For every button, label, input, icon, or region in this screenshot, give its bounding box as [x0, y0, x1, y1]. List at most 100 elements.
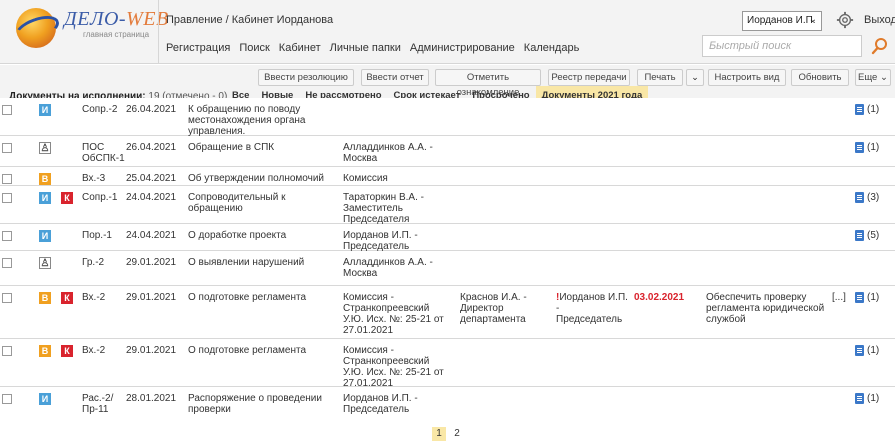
exit-link[interactable]: Выход: [864, 14, 895, 26]
citizen-icon: ♙: [39, 257, 51, 269]
row-checkbox[interactable]: [2, 394, 12, 404]
header-divider: [158, 0, 159, 64]
table-row[interactable]: ♙ ПОС ОбСПК-1 26.04.2021 Обращение в СПК Алл…: [0, 136, 895, 167]
row-checkbox[interactable]: [2, 258, 12, 268]
menu-administration[interactable]: Администрирование: [410, 42, 515, 54]
doc-title[interactable]: Обращение в СПК: [188, 142, 336, 153]
internal-doc-icon: И: [39, 230, 51, 242]
refresh-button[interactable]: Обновить: [791, 69, 849, 86]
doc-author: Иорданов И.П. - Председатель: [343, 230, 418, 252]
reg-date: 28.01.2021: [126, 393, 177, 404]
menu-personal-folders[interactable]: Личные папки: [330, 42, 401, 54]
menu-cabinet[interactable]: Кабинет: [279, 42, 321, 54]
doc-title[interactable]: О подготовке регламента: [188, 292, 336, 303]
doc-controller: !Иорданов И.П. - Председатель: [556, 292, 628, 325]
attachment-icon[interactable]: [855, 104, 864, 115]
logo-text-a: ДЕЛО-: [64, 8, 127, 30]
user-select[interactable]: Иорданов И.П. ⌄: [742, 11, 822, 31]
incoming-doc-icon: В: [39, 345, 51, 357]
quick-search: [702, 35, 862, 57]
row-checkbox[interactable]: [2, 143, 12, 153]
reg-number: Гр.-2: [82, 257, 105, 268]
row-checkbox[interactable]: [2, 174, 12, 184]
attachment-icon[interactable]: [855, 345, 864, 356]
doc-author: Алладдинков А.А. - Москва: [343, 257, 433, 279]
table-row[interactable]: В К Вх.-2 29.01.2021 О подготовке регламента…: [0, 286, 895, 339]
doc-title[interactable]: О подготовке регламента: [188, 345, 336, 356]
table-row[interactable]: ♙ Гр.-2 29.01.2021 О выявлении нарушений Алл…: [0, 251, 895, 286]
doc-author: Тараторкин В.А. - Заместитель Председате…: [343, 192, 424, 225]
row-checkbox[interactable]: [2, 105, 12, 115]
pagination: 1 2: [0, 422, 895, 444]
enter-report-button[interactable]: Ввести отчет: [361, 69, 429, 86]
row-checkbox[interactable]: [2, 231, 12, 241]
row-checkbox[interactable]: [2, 293, 12, 303]
table-row[interactable]: В Вх.-3 25.04.2021 Об утверждении полномочи…: [0, 167, 895, 186]
more-resolution-link[interactable]: [...]: [832, 292, 850, 303]
page-1[interactable]: 1: [432, 427, 446, 441]
row-checkbox[interactable]: [2, 346, 12, 356]
print-button[interactable]: Печать: [637, 69, 683, 86]
app-header: ДЕЛО-WEB главная страница Правление / Ка…: [0, 0, 895, 64]
control-flag-icon: К: [61, 345, 73, 357]
doc-author: Комиссия: [343, 173, 388, 184]
doc-author: Комиссия - Странкопреевский У.Ю. Исх. №:…: [343, 292, 444, 336]
home-link[interactable]: главная страница: [83, 30, 149, 39]
reg-number: Вх.-2: [82, 292, 106, 303]
doc-author: Комиссия - Странкопреевский У.Ю. Исх. №:…: [343, 345, 444, 389]
attachment-icon[interactable]: [855, 292, 864, 303]
print-dropdown-chevron-icon[interactable]: ⌄: [686, 69, 704, 86]
reg-number: Пор.-1: [82, 230, 112, 241]
reg-date: 29.01.2021: [126, 345, 177, 356]
table-row[interactable]: И Рас.-2/ Пр-11 28.01.2021 Распоряжение о п…: [0, 387, 895, 423]
attachment-icon[interactable]: [855, 393, 864, 404]
menu-registration[interactable]: Регистрация: [166, 42, 230, 54]
internal-doc-icon: И: [39, 393, 51, 405]
breadcrumb: Правление / Кабинет Иорданова: [166, 14, 334, 26]
doc-title[interactable]: Сопроводительный к обращению: [188, 192, 336, 214]
doc-title[interactable]: Распоряжение о проведении проверки: [188, 393, 336, 415]
doc-title[interactable]: О выявлении нарушений: [188, 257, 336, 268]
logo-text-b: WEB: [126, 8, 169, 30]
configure-view-button[interactable]: Настроить вид: [708, 69, 786, 86]
enter-resolution-button[interactable]: Ввести резолюцию: [258, 69, 354, 86]
doc-title[interactable]: О доработке проекта: [188, 230, 336, 241]
doc-author: Алладдинков А.А. - Москва: [343, 142, 433, 164]
doc-executor: Краснов И.А. - Директор департамента: [460, 292, 527, 325]
internal-doc-icon: И: [39, 104, 51, 116]
search-icon[interactable]: [870, 36, 890, 56]
attachment-count: (3): [867, 192, 880, 203]
incoming-doc-icon: В: [39, 292, 51, 304]
due-date: 03.02.2021: [634, 292, 685, 303]
logo-text[interactable]: ДЕЛО-WEB: [64, 8, 169, 31]
reg-date: 25.04.2021: [126, 173, 177, 184]
resolution-text: Обеспечить проверку регламента юридическ…: [706, 292, 825, 325]
transfer-registry-button[interactable]: Реестр передачи: [548, 69, 630, 86]
attachment-count: (1): [867, 393, 880, 404]
reg-number: Вх.-2: [82, 345, 106, 356]
table-row[interactable]: В К Вх.-2 29.01.2021 О подготовке регламента…: [0, 339, 895, 389]
internal-doc-icon: И: [39, 192, 51, 204]
attachment-count: (1): [867, 104, 880, 115]
mark-acquaintance-button[interactable]: Отметить ознакомление: [435, 69, 541, 98]
page-2[interactable]: 2: [450, 427, 464, 441]
table-row[interactable]: И К Сопр.-1 24.04.2021 Сопроводительный к об…: [0, 186, 895, 225]
control-flag-icon: К: [61, 192, 73, 204]
attachment-icon[interactable]: [855, 142, 864, 153]
controller-name: Иорданов И.П. - Председатель: [556, 292, 628, 325]
row-checkbox[interactable]: [2, 193, 12, 203]
main-menu: Регистрация Поиск Кабинет Личные папки А…: [166, 42, 579, 54]
menu-search[interactable]: Поиск: [239, 42, 269, 54]
gear-icon[interactable]: [836, 11, 854, 29]
attachment-icon[interactable]: [855, 192, 864, 203]
more-button[interactable]: Еще ⌄: [855, 69, 891, 86]
attachment-count: (5): [867, 230, 880, 241]
reg-number: ПОС ОбСПК-1: [82, 142, 125, 164]
attachment-icon[interactable]: [855, 230, 864, 241]
doc-title[interactable]: Об утверждении полномочий: [188, 173, 336, 184]
doc-title[interactable]: К обращению по поводу местонахождения ор…: [188, 104, 336, 137]
table-row[interactable]: И Сопр.-2 26.04.2021 К обращению по поводу …: [0, 98, 895, 137]
menu-calendar[interactable]: Календарь: [524, 42, 580, 54]
search-input[interactable]: [703, 36, 853, 56]
table-row[interactable]: И Пор.-1 24.04.2021 О доработке проекта Иорд…: [0, 224, 895, 252]
